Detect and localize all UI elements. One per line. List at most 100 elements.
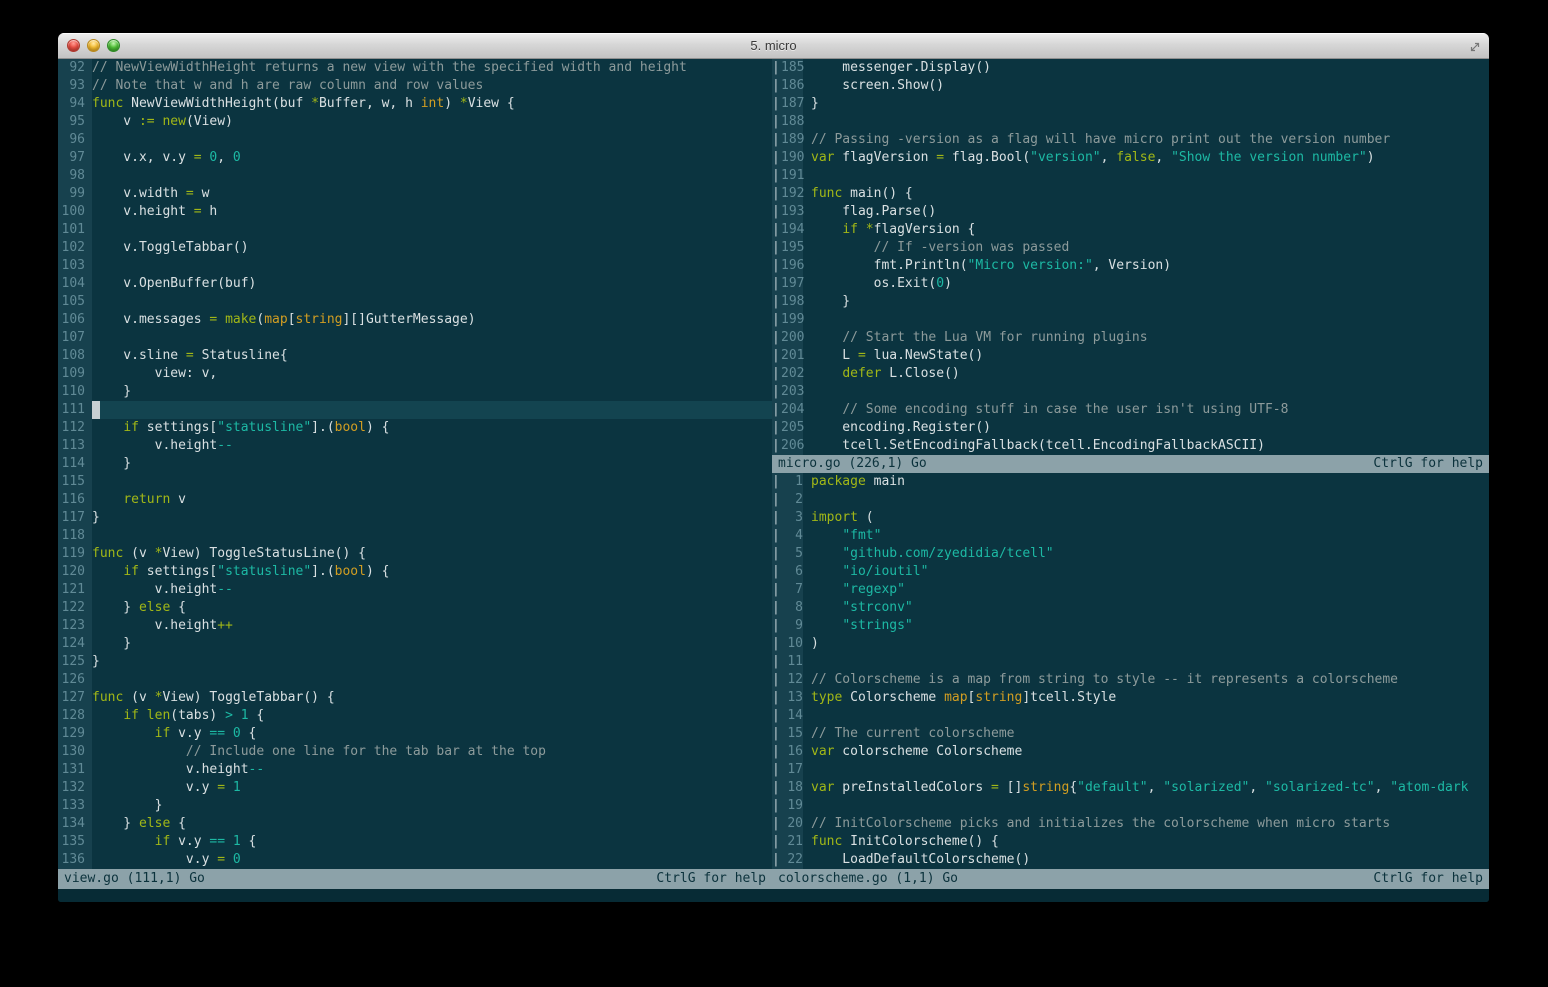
code-line[interactable]: 92// NewViewWidthHeight returns a new vi… <box>58 59 772 77</box>
code-line[interactable]: 104 v.OpenBuffer(buf) <box>58 275 772 293</box>
code-line[interactable]: 120 if settings["statusline"].(bool) { <box>58 563 772 581</box>
code-line[interactable]: 130 // Include one line for the tab bar … <box>58 743 772 761</box>
code-line[interactable]: | 9 "strings" <box>772 617 1489 635</box>
code-line[interactable]: 106 v.messages = make(map[string][]Gutte… <box>58 311 772 329</box>
code-line[interactable]: | 193 flag.Parse() <box>772 203 1489 221</box>
code-text: flag.Parse() <box>811 204 937 219</box>
code-line[interactable]: 117} <box>58 509 772 527</box>
code-line[interactable]: | 6 "io/ioutil" <box>772 563 1489 581</box>
code-pane-view-go[interactable]: 92// NewViewWidthHeight returns a new vi… <box>58 59 772 869</box>
code-line[interactable]: | 198 } <box>772 293 1489 311</box>
code-line[interactable]: 115 <box>58 473 772 491</box>
code-line[interactable]: 125} <box>58 653 772 671</box>
code-line[interactable]: 133 } <box>58 797 772 815</box>
code-line[interactable]: | 17 <box>772 761 1489 779</box>
code-line[interactable]: 95 v := new(View) <box>58 113 772 131</box>
code-line[interactable]: | 5 "github.com/zyedidia/tcell" <box>772 545 1489 563</box>
code-line[interactable]: | 10) <box>772 635 1489 653</box>
code-line[interactable]: | 196 fmt.Println("Micro version:", Versi… <box>772 257 1489 275</box>
code-line[interactable]: | 8 "strconv" <box>772 599 1489 617</box>
code-line[interactable]: | 188 <box>772 113 1489 131</box>
code-line[interactable]: | 197 os.Exit(0) <box>772 275 1489 293</box>
code-line[interactable]: | 21 func InitColorscheme() { <box>772 833 1489 851</box>
code-line[interactable]: | 200 // Start the Lua VM for running plu… <box>772 329 1489 347</box>
resize-icon[interactable] <box>1468 39 1482 53</box>
code-line[interactable]: 131 v.height-- <box>58 761 772 779</box>
code-line[interactable]: 122 } else { <box>58 599 772 617</box>
code-line[interactable]: 109 view: v, <box>58 365 772 383</box>
code-line[interactable]: | 190 var flagVersion = flag.Bool("version… <box>772 149 1489 167</box>
code-line[interactable]: 103 <box>58 257 772 275</box>
code-line[interactable]: 93// Note that w and h are raw column an… <box>58 77 772 95</box>
code-line[interactable]: 126 <box>58 671 772 689</box>
code-line[interactable]: 97 v.x, v.y = 0, 0 <box>58 149 772 167</box>
code-line[interactable]: 105 <box>58 293 772 311</box>
code-line[interactable]: 128 if len(tabs) > 1 { <box>58 707 772 725</box>
code-line[interactable]: 114 } <box>58 455 772 473</box>
code-line[interactable]: 134 } else { <box>58 815 772 833</box>
code-line[interactable]: 101 <box>58 221 772 239</box>
code-line[interactable]: 135 if v.y == 1 { <box>58 833 772 851</box>
code-line[interactable]: 112 if settings["statusline"].(bool) { <box>58 419 772 437</box>
code-line[interactable]: 132 v.y = 1 <box>58 779 772 797</box>
code-line[interactable]: | 203 <box>772 383 1489 401</box>
code-line[interactable]: | 20 // InitColorscheme picks and initiali… <box>772 815 1489 833</box>
code-line[interactable]: 99 v.width = w <box>58 185 772 203</box>
code-line[interactable]: | 187} <box>772 95 1489 113</box>
pane-divider: | <box>772 815 781 833</box>
code-line[interactable]: | 4 "fmt" <box>772 527 1489 545</box>
code-line[interactable]: 113 v.height-- <box>58 437 772 455</box>
code-pane-colorscheme-go[interactable]: | 1 package main | 2 | 3 import (| 4 "fmt" | 5 "gi… <box>772 473 1489 869</box>
code-line[interactable]: | 194 if *flagVersion { <box>772 221 1489 239</box>
code-line[interactable]: 110 } <box>58 383 772 401</box>
code-line[interactable]: | 202 defer L.Close() <box>772 365 1489 383</box>
code-line[interactable]: 107 <box>58 329 772 347</box>
code-line[interactable]: 100 v.height = h <box>58 203 772 221</box>
code-line[interactable]: | 18 var preInstalledColors = []string{"de… <box>772 779 1489 797</box>
code-line[interactable]: | 185 messenger.Display() <box>772 59 1489 77</box>
code-line[interactable]: | 19 <box>772 797 1489 815</box>
code-line[interactable]: | 204 // Some encoding stuff in case the … <box>772 401 1489 419</box>
code-line[interactable]: | 191 <box>772 167 1489 185</box>
code-line[interactable]: | 13 type Colorscheme map[string]tcell.Sty… <box>772 689 1489 707</box>
code-line[interactable]: 102 v.ToggleTabbar() <box>58 239 772 257</box>
code-line[interactable]: | 12 // Colorscheme is a map from string t… <box>772 671 1489 689</box>
code-line[interactable]: | 22 LoadDefaultColorscheme() <box>772 851 1489 869</box>
code-line[interactable]: 121 v.height-- <box>58 581 772 599</box>
code-pane-micro-go[interactable]: | 185 messenger.Display() | 186 screen.Show… <box>772 59 1489 455</box>
code-line[interactable]: | 199 <box>772 311 1489 329</box>
code-line[interactable]: | 15 // The current colorscheme <box>772 725 1489 743</box>
code-line[interactable]: 116 return v <box>58 491 772 509</box>
code-line[interactable]: | 192 func main() { <box>772 185 1489 203</box>
code-line[interactable]: | 1 package main <box>772 473 1489 491</box>
code-line[interactable]: 124 } <box>58 635 772 653</box>
code-line[interactable]: | 186 screen.Show() <box>772 77 1489 95</box>
code-line[interactable]: 136 v.y = 0 <box>58 851 772 869</box>
code-line[interactable]: 123 v.height++ <box>58 617 772 635</box>
code-line[interactable]: | 16 var colorscheme Colorscheme <box>772 743 1489 761</box>
code-line[interactable]: 111 <box>58 401 772 419</box>
code-line[interactable]: 98 <box>58 167 772 185</box>
code-line[interactable]: | 3 import ( <box>772 509 1489 527</box>
code-line[interactable]: | 189 // Passing -version as a flag will h… <box>772 131 1489 149</box>
code-text: // The current colorscheme <box>811 726 1015 741</box>
line-number: 126 <box>58 671 92 689</box>
code-line[interactable]: 94 func NewViewWidthHeight(buf *Buffer, w… <box>58 95 772 113</box>
code-line[interactable]: | 206 tcell.SetEncodingFallback(tcell.Enc… <box>772 437 1489 455</box>
code-line[interactable]: 127 func (v *View) ToggleTabbar() { <box>58 689 772 707</box>
code-line[interactable]: 96 <box>58 131 772 149</box>
code-line[interactable]: | 205 encoding.Register() <box>772 419 1489 437</box>
code-line[interactable]: 118 <box>58 527 772 545</box>
code-line[interactable]: | 11 <box>772 653 1489 671</box>
code-line[interactable]: | 7 "regexp" <box>772 581 1489 599</box>
code-line[interactable]: | 201 L = lua.NewState() <box>772 347 1489 365</box>
code-line[interactable]: | 2 <box>772 491 1489 509</box>
line-number: 193 <box>781 203 805 221</box>
code-line[interactable]: | 195 // If -version was passed <box>772 239 1489 257</box>
code-line[interactable]: 119 func (v *View) ToggleStatusLine() { <box>58 545 772 563</box>
code-line[interactable]: 129 if v.y == 0 { <box>58 725 772 743</box>
code-text: func (v *View) ToggleStatusLine() { <box>92 546 366 561</box>
window-titlebar[interactable]: 5. micro <box>58 33 1489 59</box>
code-line[interactable]: 108 v.sline = Statusline{ <box>58 347 772 365</box>
code-line[interactable]: | 14 <box>772 707 1489 725</box>
